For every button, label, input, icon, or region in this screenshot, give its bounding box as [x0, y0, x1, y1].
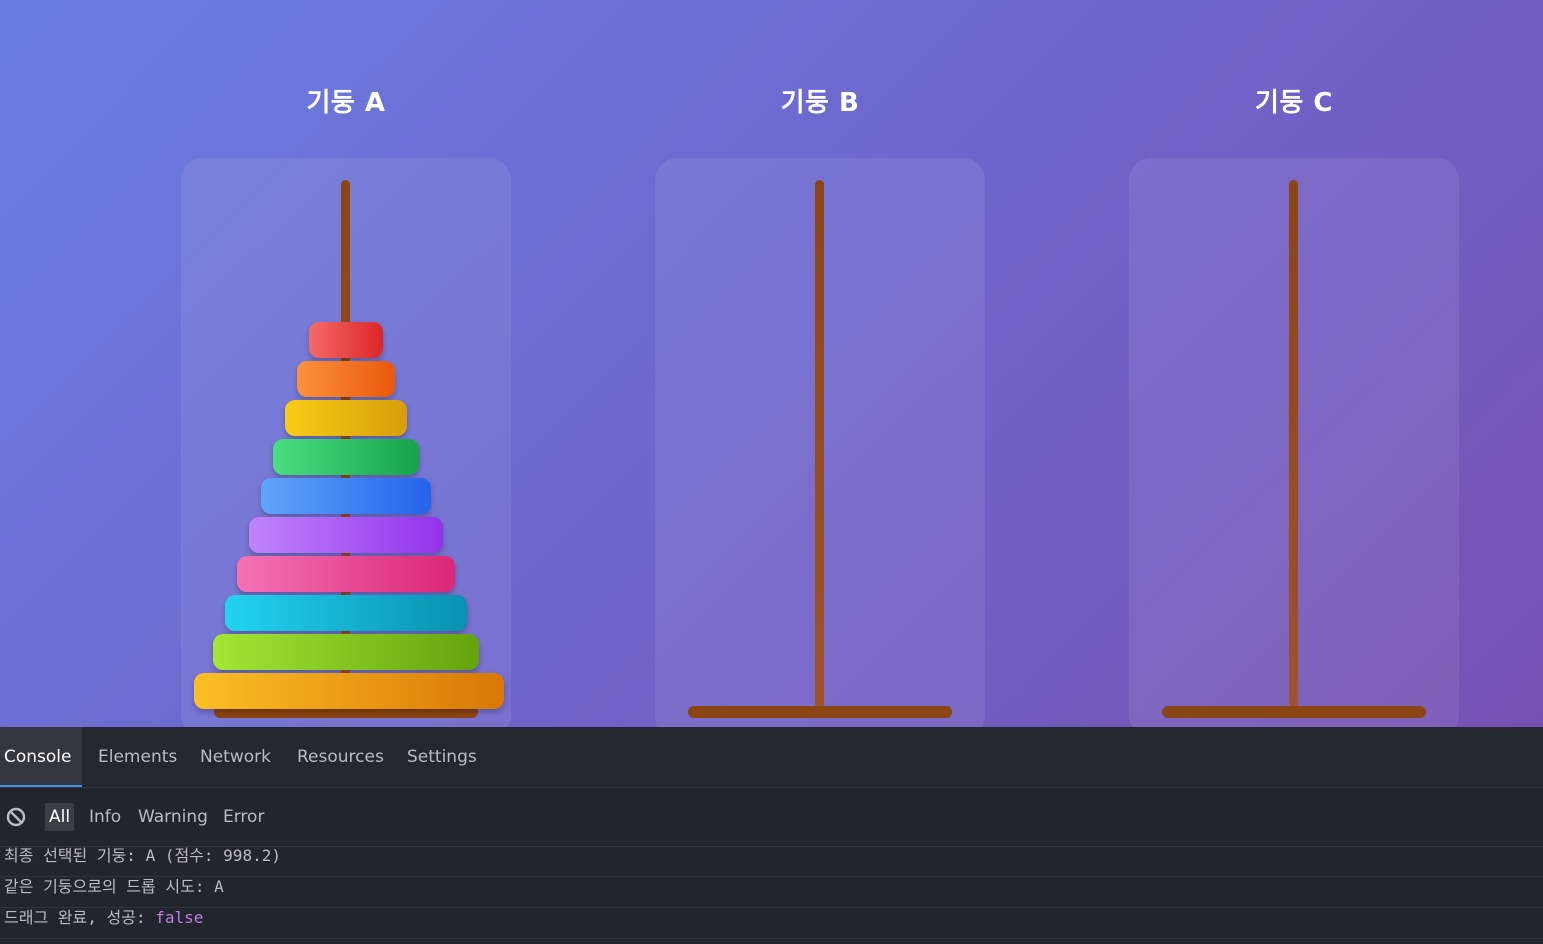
filter-error[interactable]: Error [219, 803, 268, 831]
disk-10 [194, 673, 504, 709]
peg-a[interactable]: 기둥 A [181, 0, 511, 727]
tab-elements[interactable]: Elements [94, 727, 181, 787]
filter-all[interactable]: All [45, 803, 75, 831]
log-text: 드래그 완료, 성공: [4, 908, 156, 927]
tab-network[interactable]: Network [196, 727, 275, 787]
peg-c[interactable]: 기둥 C [1129, 0, 1459, 727]
log-text: 최종 선택된 기둥: A (점수: 998.2) [4, 846, 281, 865]
peg-a-title: 기둥 A [306, 88, 386, 118]
console-log-line: 드래그 완료, 성공: false [0, 908, 1543, 939]
filter-info[interactable]: Info [85, 803, 125, 831]
peg-b-base [688, 706, 952, 718]
console-log-line: 최종 선택된 기둥: A (점수: 998.2) [0, 846, 1543, 877]
tab-settings[interactable]: Settings [403, 727, 481, 787]
disk-1[interactable] [309, 322, 383, 358]
disk-9 [213, 634, 479, 670]
devtools-panel: Console Elements Network Resources Setti… [0, 727, 1543, 944]
hanoi-game-board: 기둥 A 기둥 B 기둥 C [0, 0, 1543, 727]
log-boolean-value: false [155, 908, 204, 927]
console-log-line: 같은 기둥으로의 드롭 시도: A [0, 877, 1543, 908]
disk-5 [261, 478, 431, 514]
disk-6 [249, 517, 443, 553]
peg-c-rod [1289, 180, 1298, 708]
disk-4 [273, 439, 419, 475]
tab-console[interactable]: Console [0, 727, 82, 787]
tab-resources[interactable]: Resources [293, 727, 388, 787]
devtools-tabbar: Console Elements Network Resources Setti… [0, 727, 1543, 788]
disk-3 [285, 400, 407, 436]
disk-7 [237, 556, 455, 592]
log-text: 같은 기둥으로의 드롭 시도: A [4, 877, 224, 896]
peg-b[interactable]: 기둥 B [655, 0, 985, 727]
peg-c-title: 기둥 C [1255, 88, 1333, 118]
console-filter-bar: All Info Warning Error [0, 788, 1543, 847]
clear-console-icon[interactable] [6, 807, 26, 827]
peg-b-rod [815, 180, 824, 708]
disk-8 [225, 595, 467, 631]
filter-warning[interactable]: Warning [134, 803, 212, 831]
peg-b-title: 기둥 B [780, 88, 860, 118]
disk-2 [297, 361, 395, 397]
peg-c-base [1162, 706, 1426, 718]
